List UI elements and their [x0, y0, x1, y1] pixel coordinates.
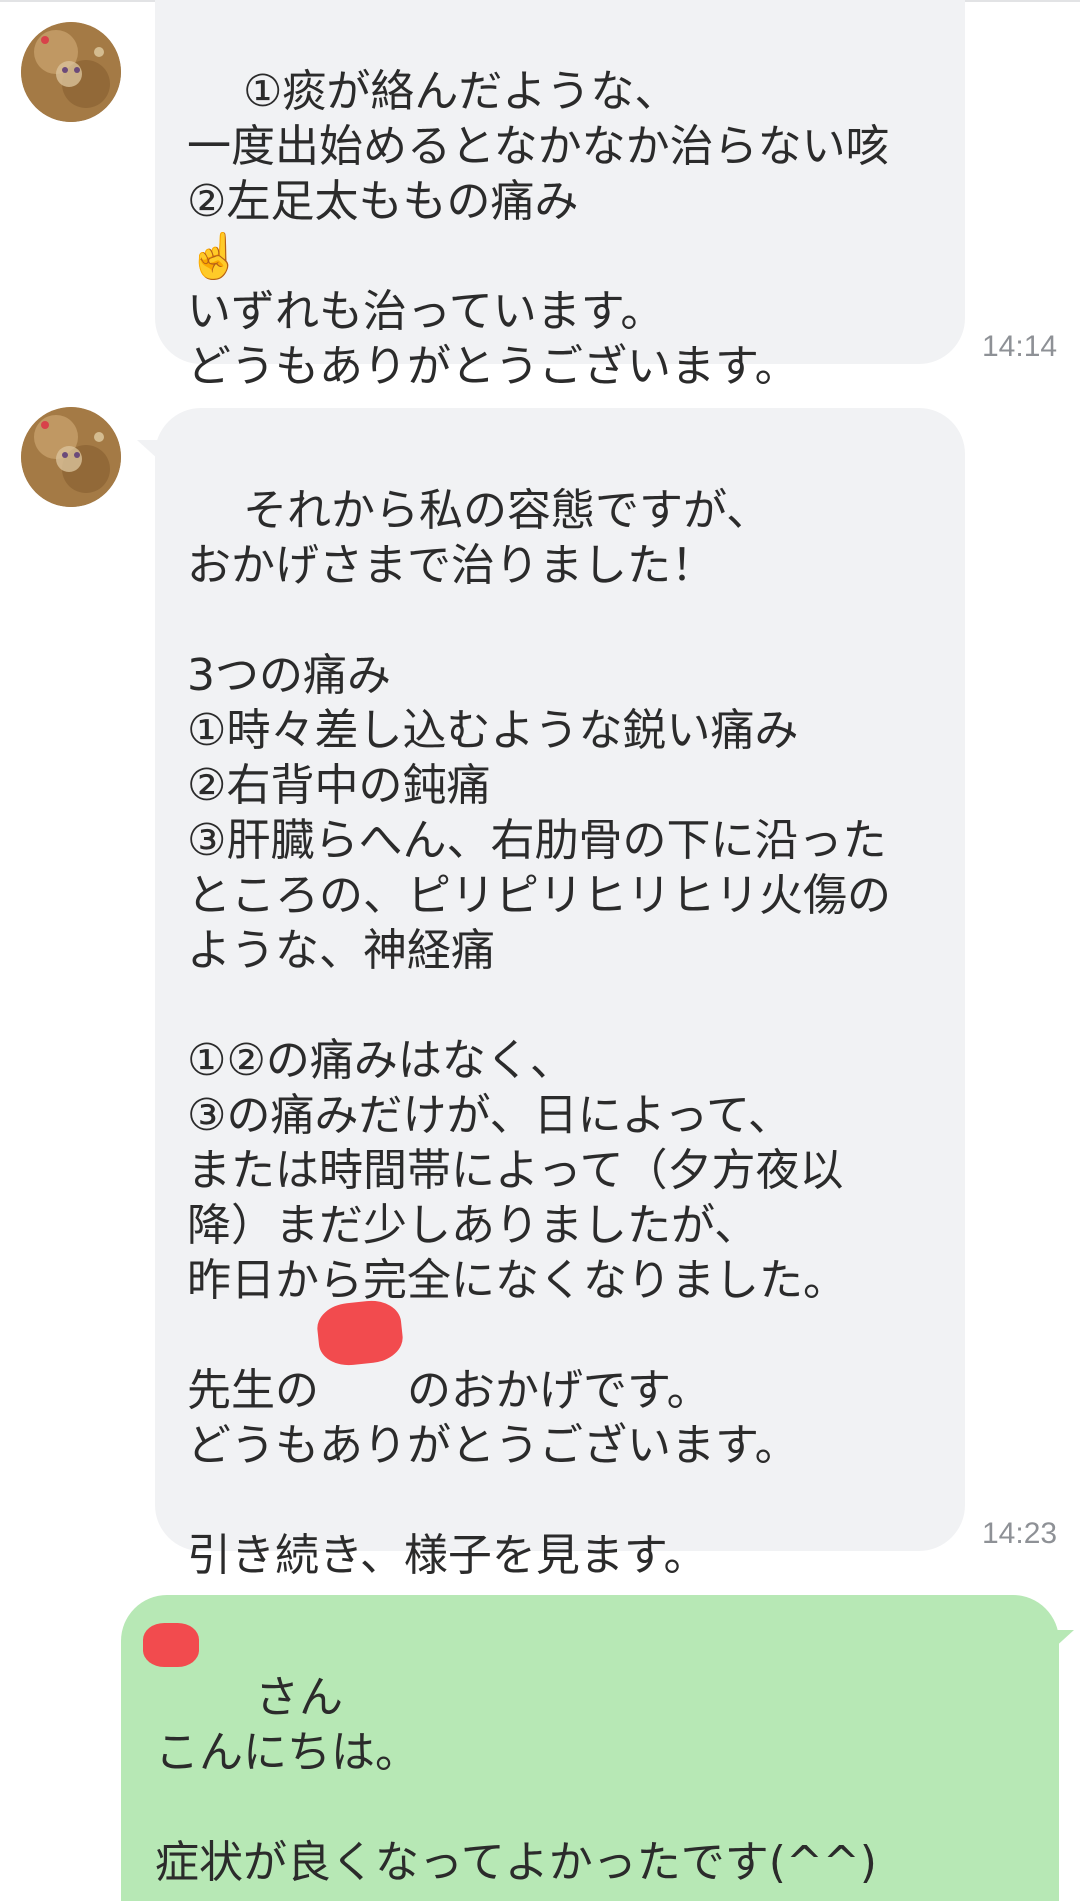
sender-avatar[interactable]: [21, 407, 121, 507]
chat-transcript[interactable]: ①痰が絡んだような、 一度出始めるとなかなか治らない咳 ②左足太ももの痛み ☝️…: [0, 0, 1080, 1901]
message-text: それから私の容態ですが、 おかげさまで治りました！ 3つの痛み ①時々差し込むよ…: [187, 485, 891, 1581]
redaction-mark: [143, 1623, 199, 1667]
message-bubble-outgoing[interactable]: さん こんにちは。 症状が良くなってよかったです(^^): [121, 1595, 1059, 1901]
message-bubble-incoming[interactable]: ①痰が絡んだような、 一度出始めるとなかなか治らない咳 ②左足太ももの痛み ☝️…: [155, 0, 965, 392]
message-bubble-incoming[interactable]: それから私の容態ですが、 おかげさまで治りました！ 3つの痛み ①時々差し込むよ…: [155, 408, 965, 1581]
avatar-image: [21, 407, 121, 507]
message-timestamp: 14:23: [982, 1517, 1058, 1550]
message-timestamp: 14:14: [982, 330, 1058, 363]
message-text: ①痰が絡んだような、 一度出始めるとなかなか治らない咳 ②左足太ももの痛み ☝️…: [187, 66, 890, 392]
avatar-image: [21, 22, 121, 122]
sender-avatar[interactable]: [21, 22, 121, 122]
message-text: さん こんにちは。 症状が良くなってよかったです(^^): [155, 1672, 877, 1888]
